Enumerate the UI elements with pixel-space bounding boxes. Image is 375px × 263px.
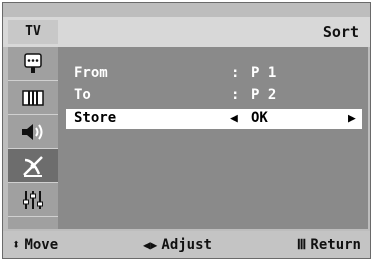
move-label: Move bbox=[24, 236, 59, 253]
adjust-hint: ◀▶ Adjust bbox=[143, 237, 212, 253]
picture-icon bbox=[22, 89, 44, 106]
mode-label: TV bbox=[8, 20, 58, 44]
left-right-icon: ◀▶ bbox=[142, 237, 158, 252]
row-separator: : bbox=[231, 87, 240, 103]
title-bar bbox=[3, 17, 370, 47]
setup-icon bbox=[23, 190, 43, 209]
help-bar: ⬍ Move ◀▶ Adjust Ⅲ Return bbox=[3, 231, 370, 258]
menu-row-to[interactable]: To : P 2 bbox=[66, 86, 362, 106]
row-label: Store bbox=[74, 110, 117, 126]
menu-icon: Ⅲ bbox=[296, 236, 307, 253]
row-separator: : bbox=[231, 65, 240, 81]
return-label: Return bbox=[310, 236, 361, 253]
row-value: P 2 bbox=[251, 87, 277, 103]
channel-icon bbox=[23, 155, 43, 177]
osd-menu: TV Sort From: P 1 To: P 2 Store ◀ OK ▶… bbox=[2, 2, 371, 259]
row-label: To bbox=[74, 87, 91, 103]
sidebar-item-picture[interactable] bbox=[8, 81, 58, 115]
sidebar-item-input[interactable] bbox=[8, 47, 58, 81]
input-icon bbox=[24, 52, 42, 73]
up-down-icon: ⬍ bbox=[12, 236, 21, 253]
page-title: Sort bbox=[322, 23, 359, 41]
adjust-label: Adjust bbox=[161, 236, 212, 253]
sidebar bbox=[8, 47, 58, 229]
menu-row-from[interactable]: From : P 1 bbox=[66, 64, 362, 84]
menu-content: From : P 1 To : P 2 Store ◀ OK ▶ bbox=[58, 47, 368, 229]
row-value: P 1 bbox=[251, 65, 277, 81]
row-value: OK bbox=[251, 110, 268, 126]
sidebar-item-channel[interactable] bbox=[8, 149, 58, 183]
sound-icon bbox=[22, 123, 43, 140]
move-hint: ⬍ Move bbox=[12, 237, 58, 253]
left-arrow-icon[interactable]: ◀ bbox=[230, 111, 238, 126]
right-arrow-icon[interactable]: ▶ bbox=[348, 111, 356, 126]
sidebar-item-sound[interactable] bbox=[8, 115, 58, 149]
return-hint: Ⅲ Return bbox=[297, 237, 361, 253]
sidebar-item-setup[interactable] bbox=[8, 183, 58, 217]
menu-row-store[interactable]: Store ◀ OK ▶ bbox=[66, 109, 362, 129]
row-label: From bbox=[74, 65, 108, 81]
